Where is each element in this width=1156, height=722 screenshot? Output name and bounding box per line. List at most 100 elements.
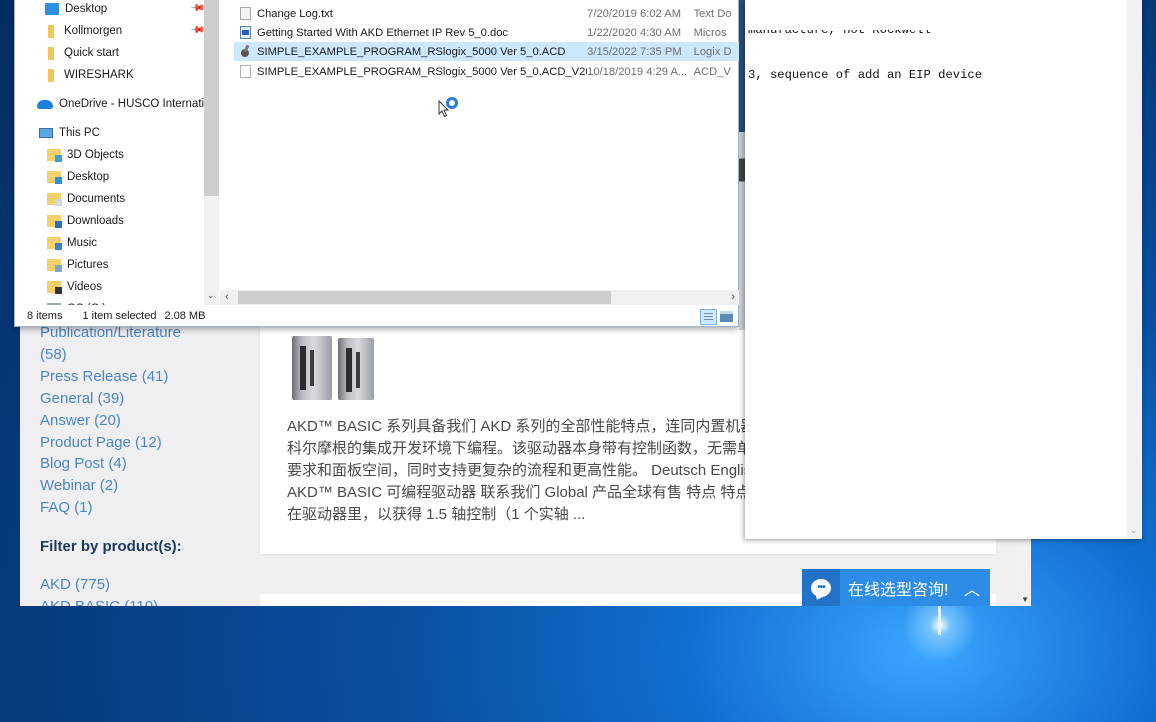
nav-item-label: Downloads [67, 215, 124, 227]
drive-unit-image [292, 336, 332, 400]
videos-icon [47, 281, 62, 294]
this-pc-icon [39, 128, 53, 138]
navigation-pane-scrollbar[interactable]: ⌄ [204, 0, 219, 305]
nav-item-label: Music [67, 237, 98, 249]
file-type: Logix D [693, 45, 732, 58]
online-consult-chat-widget[interactable]: ••• 在线选型咨询! ︿ [802, 569, 990, 606]
file-row-selected[interactable]: SIMPLE_EXAMPLE_PROGRAM_RSlogix_5000 Ver … [234, 42, 740, 61]
nav-item-desktop[interactable]: Desktop [47, 167, 109, 187]
filter-link-publication-count[interactable]: (58) [40, 344, 240, 366]
scroll-left-arrow-icon[interactable]: ‹ [225, 290, 229, 305]
nav-item-label: Documents [67, 193, 126, 205]
file-row[interactable]: Getting Started With AKD Ethernet IP Rev… [234, 23, 740, 42]
filter-link-general[interactable]: General (39) [40, 388, 240, 410]
file-date-modified: 7/20/2019 6:02 AM [587, 7, 682, 20]
filter-link-akd[interactable]: AKD (775) [40, 574, 240, 596]
scrollbar-thumb[interactable] [238, 291, 611, 304]
scrollbar-thumb[interactable] [204, 0, 219, 196]
nav-item-music[interactable]: Music [47, 233, 97, 253]
filter-link-webinar[interactable]: Webinar (2) [40, 475, 240, 497]
selection-size: 2.08 MB [164, 310, 206, 322]
text-file-icon [240, 7, 251, 20]
scroll-down-chevron-icon[interactable]: ⌄ [207, 290, 215, 301]
3d-objects-icon [47, 149, 62, 162]
nav-item-label: Desktop [65, 3, 108, 15]
chat-icon-box: ••• [802, 569, 840, 606]
notepad-line: 3, sequence of add an EIP device [748, 68, 983, 82]
nav-item-pictures[interactable]: Pictures [47, 255, 109, 275]
nav-item-downloads[interactable]: Downloads [47, 211, 124, 231]
scroll-down-chevron-icon[interactable]: ⌄ [1130, 525, 1138, 536]
product-image[interactable] [290, 336, 376, 402]
nav-item-this-pc[interactable]: This PC [39, 123, 100, 143]
nav-item-label: WIRESHARK [64, 69, 134, 81]
nav-item-kollmorgen[interactable]: Kollmorgen [45, 21, 122, 41]
nav-item-label: OS (C:) [67, 303, 106, 305]
nav-item-quick-start[interactable]: Quick start [45, 43, 119, 63]
file-list-pane: Change Log.txt 7/20/2019 6:02 AM Text Do… [220, 0, 740, 290]
file-name: Getting Started With AKD Ethernet IP Rev… [257, 26, 509, 39]
file-date-modified: 3/15/2022 7:35 PM [587, 45, 682, 58]
desktop-folder-icon [47, 171, 62, 184]
desktop-icon [45, 3, 59, 15]
nav-item-label: OneDrive - HUSCO International [59, 98, 205, 110]
nav-item-desktop-quick-access[interactable]: Desktop [45, 0, 107, 19]
file-row[interactable]: SIMPLE_EXAMPLE_PROGRAM_RSlogix_5000 Ver … [234, 62, 740, 81]
pin-icon[interactable]: 📌 [189, 0, 205, 17]
nav-item-os-drive[interactable]: OS (C:) [47, 299, 106, 305]
nav-item-label: Videos [67, 281, 102, 293]
nav-item-label: Quick start [64, 47, 119, 59]
filter-by-product-heading: Filter by product(s): [40, 538, 182, 556]
scroll-right-arrow-icon[interactable]: › [731, 290, 735, 305]
content-type-filter-list: Publication/Literature (58) Press Releas… [40, 322, 240, 606]
filter-link-akd-basic[interactable]: AKD BASIC (110) [40, 596, 240, 606]
music-icon [47, 237, 62, 250]
drive-icon [47, 303, 61, 305]
pictures-icon [47, 259, 62, 272]
notepad-text-area[interactable]: manufacture, not Rockwell 3, sequence of… [748, 0, 1123, 115]
file-name: Change Log.txt [257, 7, 333, 20]
blank-file-icon [240, 65, 251, 78]
notepad-scrollbar[interactable]: ⌄ [1127, 0, 1142, 539]
filter-link-answer[interactable]: Answer (20) [40, 410, 240, 432]
onedrive-icon [37, 99, 53, 109]
chat-bubble-icon: ••• [811, 578, 831, 597]
nav-item-label: This PC [59, 127, 100, 139]
scroll-down-arrow-icon[interactable]: ▼ [1021, 595, 1029, 604]
explorer-status-bar: 8 items 1 item selected 2.08 MB [15, 306, 739, 326]
filter-link-blog-post[interactable]: Blog Post (4) [40, 453, 240, 475]
chevron-up-icon[interactable]: ︿ [964, 576, 980, 600]
notepad-line-partial: manufacture, not Rockwell [748, 30, 1123, 35]
chat-widget-label: 在线选型咨询! [848, 581, 949, 599]
drive-unit-image [338, 338, 374, 400]
nav-item-onedrive[interactable]: OneDrive - HUSCO International [37, 94, 205, 114]
nav-item-label: Kollmorgen [64, 25, 123, 37]
nav-item-videos[interactable]: Videos [47, 277, 102, 297]
nav-item-label: Desktop [67, 171, 110, 183]
nav-item-3d-objects[interactable]: 3D Objects [47, 145, 124, 165]
filter-link-faq[interactable]: FAQ (1) [40, 497, 240, 519]
folder-icon [48, 46, 54, 60]
large-icons-view-icon[interactable] [720, 311, 733, 322]
nav-item-wireshark[interactable]: WIRESHARK [45, 65, 134, 85]
logix-acd-icon [240, 45, 251, 58]
nav-item-label: 3D Objects [67, 149, 124, 161]
nav-item-label: Pictures [67, 259, 109, 271]
wallpaper-flare-beam [938, 605, 941, 635]
file-explorer-window: Desktop 📌 Kollmorgen 📌 Quick start WIRES… [14, 0, 740, 327]
notepad-window: manufacture, not Rockwell 3, sequence of… [745, 0, 1142, 539]
word-doc-icon [240, 26, 251, 39]
nav-item-documents[interactable]: Documents [47, 189, 125, 209]
file-type: Text Do [693, 7, 732, 20]
documents-icon [47, 193, 62, 206]
file-date-modified: 1/22/2020 4:30 AM [587, 26, 682, 39]
pin-icon[interactable]: 📌 [189, 22, 205, 39]
filter-link-product-page[interactable]: Product Page (12) [40, 432, 240, 454]
file-list-horizontal-scrollbar[interactable]: ‹ › [220, 290, 740, 305]
filter-link-press-release[interactable]: Press Release (41) [40, 366, 240, 388]
file-row[interactable]: Change Log.txt 7/20/2019 6:02 AM Text Do [234, 4, 740, 23]
item-count: 8 items [27, 310, 63, 322]
folder-icon [48, 68, 54, 82]
details-view-icon[interactable] [700, 309, 717, 325]
navigation-pane: Desktop 📌 Kollmorgen 📌 Quick start WIRES… [15, 0, 205, 305]
